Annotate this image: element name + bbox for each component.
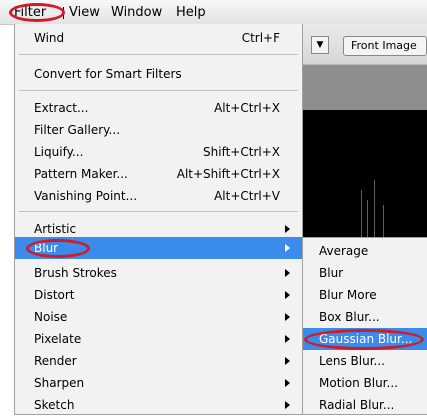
menu-item-distort[interactable]: Distort [15,284,302,306]
submenu-arrow-icon [285,357,290,365]
submenu-arrow-icon [285,244,290,252]
submenu-item-radial-blur[interactable]: Radial Blur... [303,394,427,416]
filter-menu: Wind Ctrl+F Convert for Smart Filters Ex… [14,24,303,415]
gaussian-blur-annotation-ring [304,329,424,350]
blur-annotation-ring [26,239,90,258]
menu-item-pixelate[interactable]: Pixelate [15,328,302,350]
filter-annotation-ring [9,3,65,22]
submenu-item-lens-blur[interactable]: Lens Blur... [303,350,427,372]
menu-help[interactable]: Help [176,5,206,20]
menu-item-sketch[interactable]: Sketch [15,394,302,416]
submenu-arrow-icon [285,225,290,233]
menu-item-render[interactable]: Render [15,350,302,372]
submenu-arrow-icon [285,335,290,343]
menu-item-noise[interactable]: Noise [15,306,302,328]
submenu-item-average[interactable]: Average [303,240,427,262]
menu-item-wind[interactable]: Wind Ctrl+F [15,27,302,49]
submenu-arrow-icon [285,401,290,409]
menu-item-sharpen[interactable]: Sharpen [15,372,302,394]
submenu-arrow-icon [285,313,290,321]
blur-submenu: Average Blur Blur More Box Blur... Gauss… [302,237,427,415]
menu-item-liquify[interactable]: Liquify... Shift+Ctrl+X [15,141,302,163]
menu-item-brush-strokes[interactable]: Brush Strokes [15,262,302,284]
menu-item-blur[interactable]: Blur [15,237,302,259]
menu-item-filter-gallery[interactable]: Filter Gallery... [15,119,302,141]
menu-separator [19,54,298,55]
submenu-arrow-icon [285,291,290,299]
menubar: Filter View Window Help [0,0,427,25]
submenu-arrow-icon [285,379,290,387]
menu-window[interactable]: Window [111,5,162,20]
menu-item-vanishing-point[interactable]: Vanishing Point... Alt+Ctrl+V [15,185,302,207]
menu-item-extract[interactable]: Extract... Alt+Ctrl+X [15,97,302,119]
menu-item-convert-for-smart-filters[interactable]: Convert for Smart Filters [15,63,302,85]
submenu-arrow-icon [285,269,290,277]
menu-separator [19,211,298,212]
document-tab-area [303,65,427,110]
image-canvas[interactable] [303,110,427,240]
menu-separator [19,90,298,91]
submenu-item-gaussian-blur[interactable]: Gaussian Blur... [303,328,427,350]
options-bar: ▼ Front Image [303,24,427,65]
menu-view[interactable]: View [69,5,100,20]
submenu-item-blur[interactable]: Blur [303,262,427,284]
front-image-button[interactable]: Front Image [343,36,427,56]
menu-item-pattern-maker[interactable]: Pattern Maker... Alt+Shift+Ctrl+X [15,163,302,185]
chevron-down-icon[interactable]: ▼ [311,36,329,54]
submenu-item-blur-more[interactable]: Blur More [303,284,427,306]
submenu-item-motion-blur[interactable]: Motion Blur... [303,372,427,394]
submenu-item-box-blur[interactable]: Box Blur... [303,306,427,328]
